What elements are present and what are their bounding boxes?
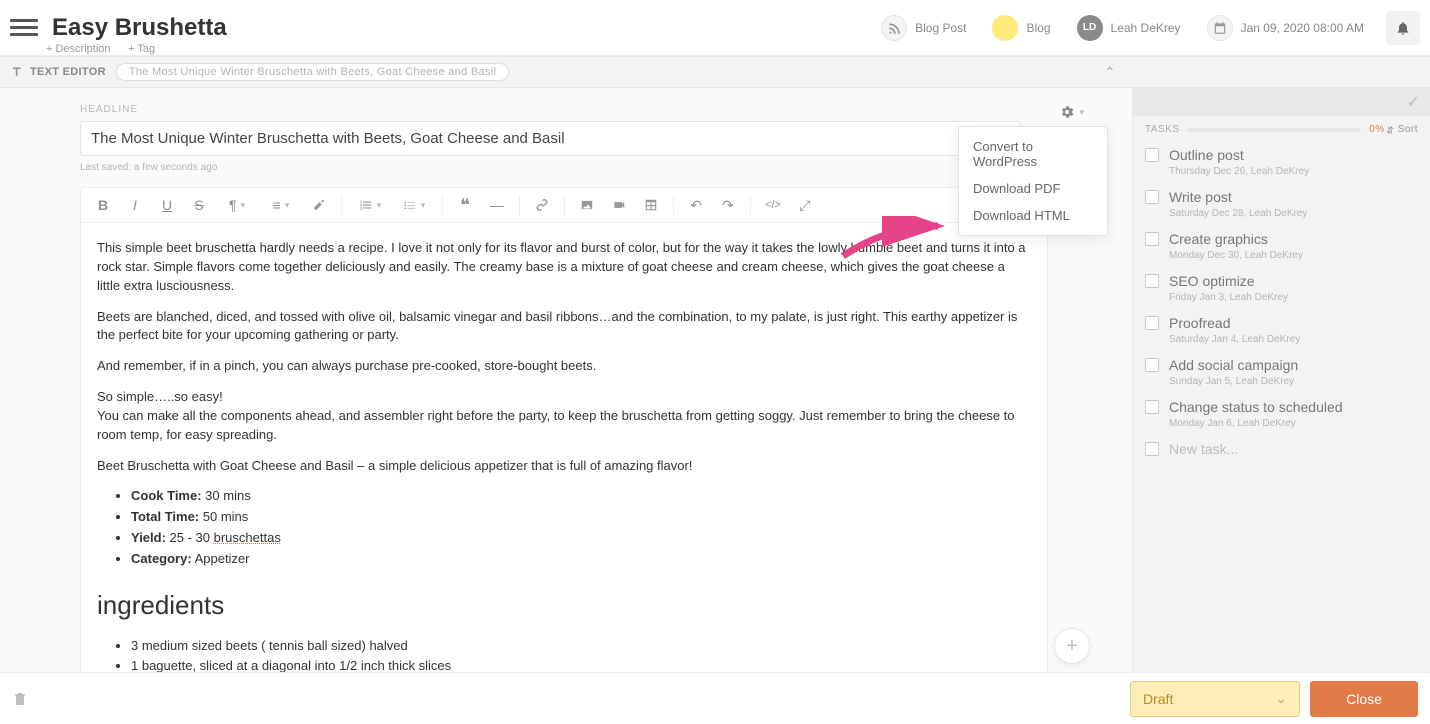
task-subtext: Saturday Jan 4, Leah DeKrey	[1169, 334, 1418, 345]
unordered-list-button[interactable]: ▾	[392, 190, 436, 220]
task-subtext: Sunday Jan 5, Leah DeKrey	[1169, 376, 1418, 387]
align-button[interactable]: ≡▾	[259, 190, 303, 220]
gear-icon	[1059, 104, 1075, 120]
schedule-date-label: Jan 09, 2020 08:00 AM	[1241, 21, 1364, 35]
text-editor-label: TEXT EDITOR	[10, 65, 106, 79]
content-type-label: Blog Post	[915, 21, 966, 35]
task-subtext: Friday Jan 3, Leah DeKrey	[1169, 292, 1418, 303]
new-task-placeholder[interactable]: New task...	[1169, 441, 1238, 457]
calendar-icon	[1207, 15, 1233, 41]
list-item: Yield: 25 - 30 bruschettas	[131, 529, 1031, 548]
link-button[interactable]	[526, 190, 558, 220]
close-button[interactable]: Close	[1310, 681, 1418, 717]
undo-button[interactable]: ↶	[680, 190, 712, 220]
ordered-list-button[interactable]: ▾	[348, 190, 392, 220]
expand-button[interactable]: ⤢	[789, 190, 821, 220]
editor-toolbar: B I U S ¶▾ ≡▾ ▾ ▾ ❝ —	[80, 187, 1048, 223]
code-button[interactable]: </>	[757, 190, 789, 220]
tasks-percent-label: 0%	[1369, 124, 1384, 135]
status-label: Draft	[1143, 691, 1173, 707]
hr-button[interactable]: —	[481, 190, 513, 220]
bold-button[interactable]: B	[87, 190, 119, 220]
task-checkbox[interactable]	[1145, 358, 1159, 372]
list-item: Category: Appetizer	[131, 550, 1031, 569]
highlight-button[interactable]	[303, 190, 335, 220]
task-checkbox[interactable]	[1145, 400, 1159, 414]
task-subtext: Monday Dec 30, Leah DeKrey	[1169, 250, 1418, 261]
video-button[interactable]	[603, 190, 635, 220]
ingredients-heading: ingredients	[97, 587, 1031, 625]
new-task-checkbox[interactable]	[1145, 442, 1159, 456]
task-label[interactable]: Add social campaign	[1169, 357, 1298, 373]
image-button[interactable]	[571, 190, 603, 220]
task-checkbox[interactable]	[1145, 148, 1159, 162]
paragraph: Beet Bruschetta with Goat Cheese and Bas…	[97, 457, 1031, 476]
task-label[interactable]: SEO optimize	[1169, 273, 1255, 289]
project-chip[interactable]: Blog	[988, 11, 1062, 45]
project-label: Blog	[1026, 21, 1050, 35]
sort-icon	[1385, 125, 1395, 135]
quote-button[interactable]: ❝	[449, 190, 481, 220]
task-checkbox[interactable]	[1145, 190, 1159, 204]
add-tag-link[interactable]: + Tag	[128, 43, 155, 55]
settings-dropdown: Convert to WordPress Download PDF Downlo…	[958, 126, 1108, 236]
status-dropdown[interactable]: Draft ⌄	[1130, 681, 1300, 717]
project-color-icon	[992, 15, 1018, 41]
sort-button[interactable]: Sort	[1385, 124, 1418, 135]
paragraph: So simple…..so easy!You can make all the…	[97, 388, 1031, 445]
convert-wordpress-item[interactable]: Convert to WordPress	[959, 133, 1107, 175]
task-label[interactable]: Outline post	[1169, 147, 1244, 163]
headline-input[interactable]	[80, 121, 1020, 156]
task-label[interactable]: Proofread	[1169, 315, 1230, 331]
add-fab-button[interactable]: +	[1054, 628, 1090, 664]
text-icon	[10, 65, 24, 79]
settings-gear-button[interactable]: ▾	[1053, 100, 1090, 124]
redo-button[interactable]: ↷	[712, 190, 744, 220]
strike-button[interactable]: S	[183, 190, 215, 220]
trash-icon[interactable]	[12, 691, 28, 707]
avatar: LD	[1077, 15, 1103, 41]
author-name-label: Leah DeKrey	[1111, 21, 1181, 35]
tasks-progress-bar	[1188, 128, 1362, 132]
editor-content[interactable]: This simple beet bruschetta hardly needs…	[80, 223, 1048, 672]
task-checkbox[interactable]	[1145, 232, 1159, 246]
document-pill[interactable]: The Most Unique Winter Bruschetta with B…	[116, 63, 509, 81]
task-label[interactable]: Write post	[1169, 189, 1232, 205]
task-subtext: Thursday Dec 26, Leah DeKrey	[1169, 166, 1418, 177]
chevron-down-icon: ⌄	[1275, 690, 1287, 707]
paragraph: Beets are blanched, diced, and tossed wi…	[97, 308, 1031, 346]
author-chip[interactable]: LD Leah DeKrey	[1073, 11, 1193, 45]
paragraph: And remember, if in a pinch, you can alw…	[97, 357, 1031, 376]
task-subtext: Monday Jan 6, Leah DeKrey	[1169, 418, 1418, 429]
rss-icon	[881, 15, 907, 41]
page-title: Easy Brushetta	[52, 14, 227, 42]
last-saved-label: Last saved: a few seconds ago	[80, 162, 1098, 173]
add-description-link[interactable]: + Description	[46, 43, 111, 55]
italic-button[interactable]: I	[119, 190, 151, 220]
task-label[interactable]: Change status to scheduled	[1169, 399, 1343, 415]
schedule-chip[interactable]: Jan 09, 2020 08:00 AM	[1203, 11, 1376, 45]
checkmark-icon[interactable]: ✓	[1407, 92, 1420, 112]
collapse-chevron-icon[interactable]: ⌃	[1098, 64, 1122, 81]
bell-icon[interactable]	[1386, 11, 1420, 45]
list-item: Total Time: 50 mins	[131, 508, 1031, 527]
menu-icon[interactable]	[10, 14, 38, 42]
task-checkbox[interactable]	[1145, 316, 1159, 330]
content-type-chip[interactable]: Blog Post	[877, 11, 978, 45]
task-subtext: Saturday Dec 28, Leah DeKrey	[1169, 208, 1418, 219]
tasks-label: TASKS	[1145, 124, 1180, 135]
download-html-item[interactable]: Download HTML	[959, 202, 1107, 229]
task-checkbox[interactable]	[1145, 274, 1159, 288]
download-pdf-item[interactable]: Download PDF	[959, 175, 1107, 202]
underline-button[interactable]: U	[151, 190, 183, 220]
headline-label: HEADLINE	[80, 104, 1098, 115]
list-item: 1 baguette, sliced at a diagonal into 1/…	[131, 657, 1031, 672]
list-item: 3 medium sized beets ( tennis ball sized…	[131, 637, 1031, 656]
list-item: Cook Time: 30 mins	[131, 487, 1031, 506]
task-label[interactable]: Create graphics	[1169, 231, 1268, 247]
paragraph-button[interactable]: ¶▾	[215, 190, 259, 220]
table-button[interactable]	[635, 190, 667, 220]
paragraph: This simple beet bruschetta hardly needs…	[97, 239, 1031, 296]
